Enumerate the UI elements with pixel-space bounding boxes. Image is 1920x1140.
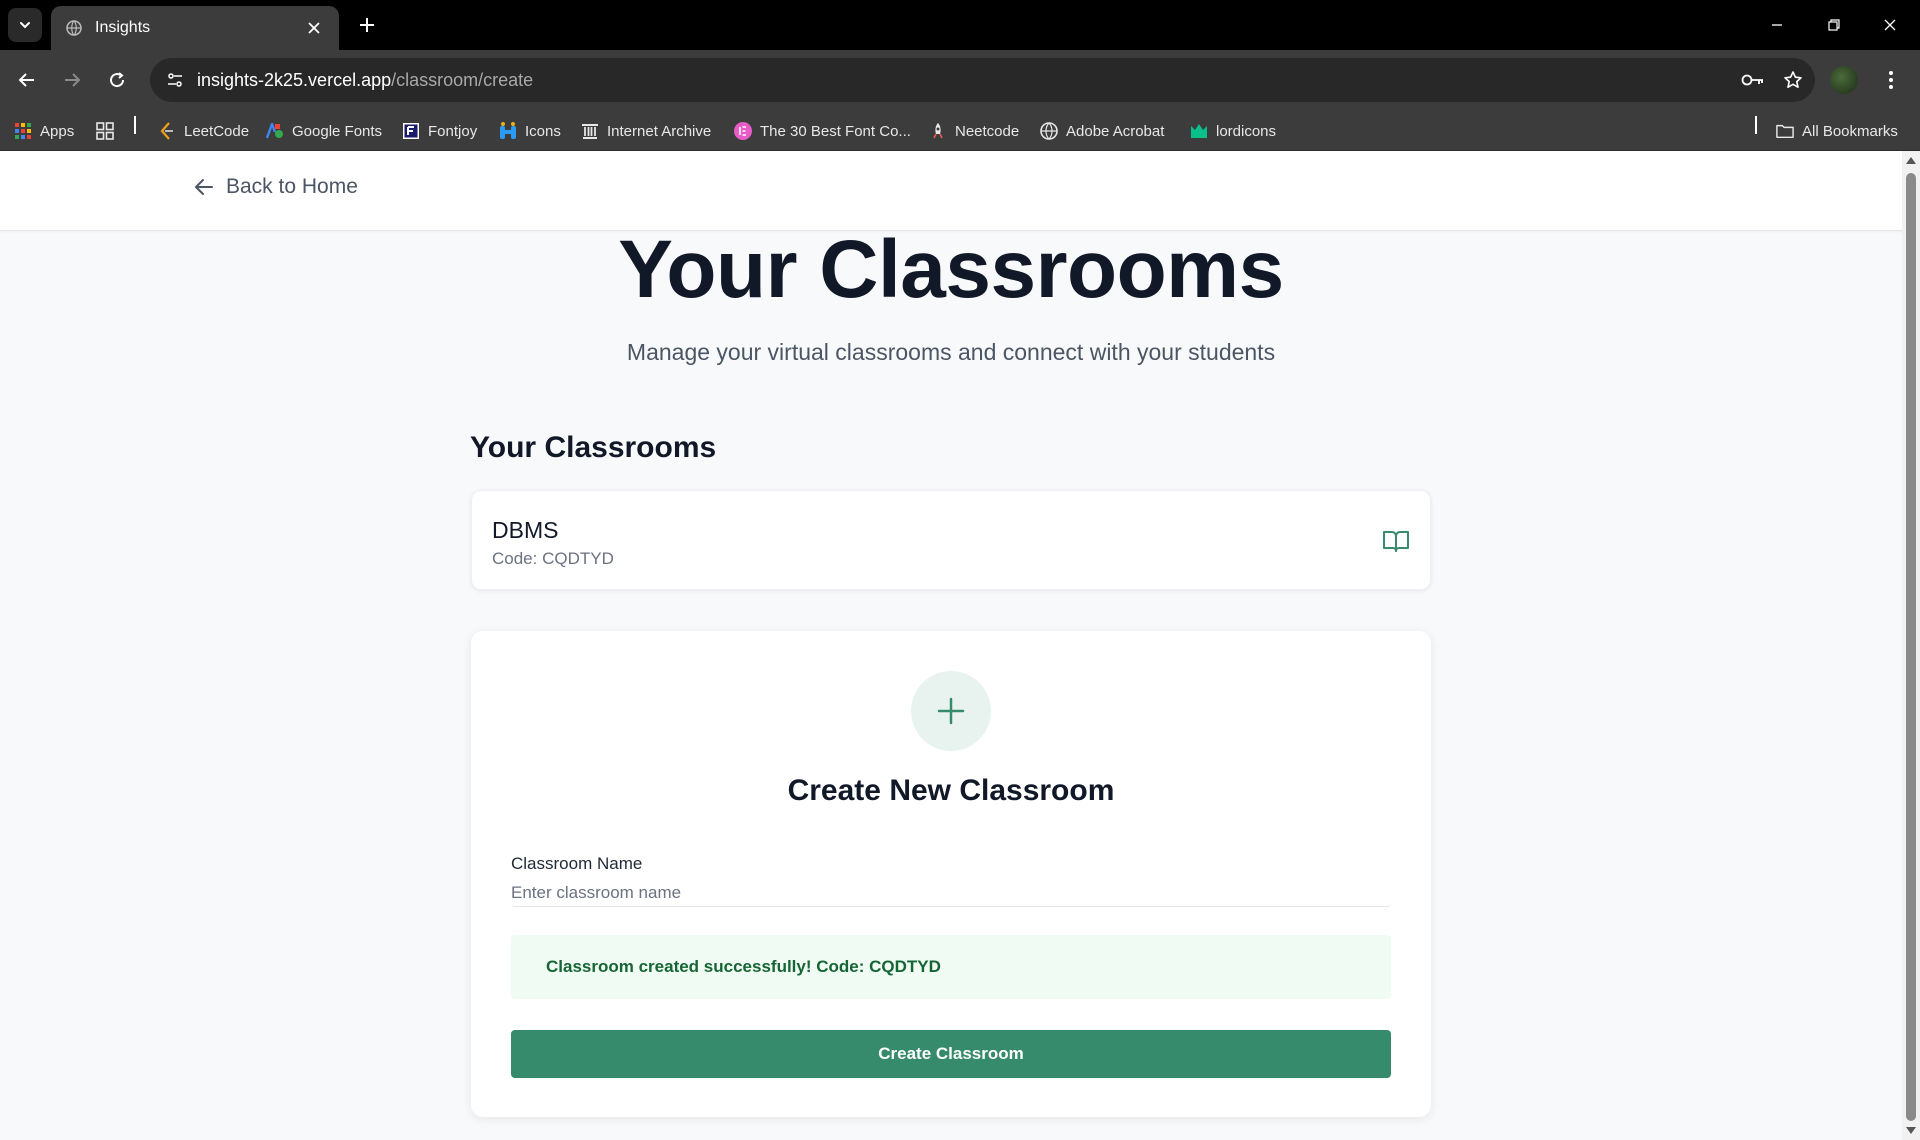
tab-title: Insights: [95, 19, 151, 36]
adobe-acrobat-icon: [1040, 122, 1058, 140]
bookmark-neetcode[interactable]: Neetcode: [929, 118, 1019, 144]
bookmark-apps[interactable]: Apps: [14, 118, 74, 144]
new-tab-button[interactable]: [352, 10, 382, 40]
icons8-icon: [499, 122, 517, 140]
bookmark-label: LeetCode: [184, 122, 250, 140]
page-title: Your Classrooms: [618, 224, 1284, 315]
bookmark-lordicons[interactable]: lordicons: [1190, 118, 1276, 144]
folder-icon: [1776, 122, 1794, 140]
fontjoy-icon: [402, 122, 420, 140]
bookmark-icons[interactable]: Icons: [499, 118, 561, 144]
all-bookmarks-label: All Bookmarks: [1802, 122, 1898, 140]
section-title: Your Classrooms: [470, 431, 717, 464]
page-scrollbar[interactable]: [1902, 151, 1920, 1140]
profile-avatar[interactable]: [1830, 66, 1858, 94]
page-subtitle: Manage your virtual classrooms and conne…: [626, 339, 1276, 365]
tune-icon: [168, 73, 182, 87]
close-tab-icon[interactable]: [303, 17, 325, 39]
bookmark-label: Internet Archive: [607, 122, 712, 140]
bookmarks-divider: [134, 116, 136, 134]
browser-tab[interactable]: Insights: [51, 6, 339, 50]
browser-menu-button[interactable]: [1874, 63, 1908, 97]
back-button[interactable]: [10, 63, 44, 97]
arrow-left-icon: [18, 73, 34, 87]
font-collection-icon: [734, 122, 752, 140]
success-alert: Classroom created successfully! Code: CQ…: [511, 935, 1391, 999]
google-fonts-icon: [266, 122, 284, 140]
classroom-name-input[interactable]: [511, 879, 1391, 907]
globe-icon: [65, 19, 83, 37]
star-icon[interactable]: [1775, 62, 1811, 98]
bookmark-best-fonts[interactable]: The 30 Best Font Co...: [734, 118, 911, 144]
tab-strip: Insights: [0, 0, 1920, 50]
site-info-button[interactable]: [159, 64, 191, 96]
neetcode-icon: [929, 122, 947, 140]
page-header: Back to Home: [0, 151, 1902, 231]
more-vertical-icon: [1889, 71, 1893, 89]
url-text[interactable]: insights-2k25.vercel.app/classroom/creat…: [197, 70, 1735, 91]
bookmarks-divider: [1755, 116, 1757, 134]
create-classroom-card: Create New Classroom Classroom Name Clas…: [471, 631, 1431, 1117]
leetcode-icon: [158, 122, 176, 140]
scroll-down-arrow-icon[interactable]: [1906, 1127, 1916, 1134]
minimize-button[interactable]: [1755, 8, 1799, 42]
forward-button[interactable]: [55, 63, 89, 97]
plus-badge: [911, 671, 991, 751]
classroom-name-label: Classroom Name: [511, 854, 643, 873]
bookmark-label: Icons: [525, 122, 561, 140]
close-icon: [1884, 19, 1896, 31]
internet-archive-icon: [581, 122, 599, 140]
address-bar[interactable]: insights-2k25.vercel.app/classroom/creat…: [150, 58, 1815, 102]
password-key-icon[interactable]: [1735, 62, 1771, 98]
chevron-down-icon: [20, 22, 30, 29]
lordicons-icon: [1190, 122, 1208, 140]
plus-icon: [360, 18, 374, 32]
reload-icon: [110, 72, 125, 88]
arrow-right-icon: [65, 73, 81, 87]
bookmark-google-fonts[interactable]: Google Fonts: [266, 118, 382, 144]
scroll-thumb[interactable]: [1906, 173, 1916, 1121]
classroom-card[interactable]: DBMS Code: CQDTYD: [471, 490, 1431, 590]
restore-button[interactable]: [1812, 8, 1856, 42]
page-content: Your Classrooms Manage your virtual clas…: [0, 151, 1902, 1140]
arrow-left-icon: [192, 175, 216, 199]
bookmark-internet-archive[interactable]: Internet Archive: [581, 118, 711, 144]
bookmark-label: lordicons: [1216, 122, 1277, 140]
book-open-icon: [1383, 531, 1409, 552]
apps-grid-icon: [14, 122, 32, 140]
success-message: Classroom created successfully! Code: CQ…: [546, 957, 941, 976]
bookmark-label: The 30 Best Font Co...: [760, 122, 911, 140]
create-classroom-button[interactable]: Create Classroom: [511, 1030, 1391, 1078]
all-bookmarks-button[interactable]: All Bookmarks: [1776, 118, 1898, 144]
bookmark-label: Neetcode: [955, 122, 1020, 140]
bookmark-fontjoy[interactable]: Fontjoy: [402, 118, 477, 144]
plus-icon: [937, 697, 965, 725]
browser-toolbar: insights-2k25.vercel.app/classroom/creat…: [0, 50, 1920, 110]
url-path: /classroom/create: [391, 69, 534, 90]
back-to-home-label: Back to Home: [226, 175, 358, 198]
tab-search-button[interactable]: [8, 8, 42, 42]
reload-button[interactable]: [100, 63, 134, 97]
bookmark-adobe-acrobat[interactable]: Adobe Acrobat: [1040, 118, 1164, 144]
bookmark-label: Adobe Acrobat: [1066, 122, 1165, 140]
bookmark-label: Apps: [40, 122, 75, 140]
back-to-home-link[interactable]: Back to Home: [192, 175, 358, 199]
bookmark-label: Google Fonts: [292, 122, 383, 140]
classroom-code: Code: CQDTYD: [492, 549, 614, 568]
minimize-icon: [1772, 24, 1782, 26]
url-host: insights-2k25.vercel.app: [197, 69, 392, 90]
bookmark-tab-groups[interactable]: [96, 118, 122, 144]
tab-groups-icon: [96, 122, 114, 140]
create-classroom-title: Create New Classroom: [787, 774, 1115, 807]
close-window-button[interactable]: [1868, 8, 1912, 42]
bookmarks-bar: Apps LeetCode Google Fonts Fontjoy Icons…: [0, 110, 1920, 151]
restore-icon: [1828, 19, 1840, 31]
scroll-up-arrow-icon[interactable]: [1906, 157, 1916, 164]
bookmark-leetcode[interactable]: LeetCode: [158, 118, 249, 144]
classroom-name: DBMS: [492, 517, 559, 543]
bookmark-label: Fontjoy: [428, 122, 478, 140]
